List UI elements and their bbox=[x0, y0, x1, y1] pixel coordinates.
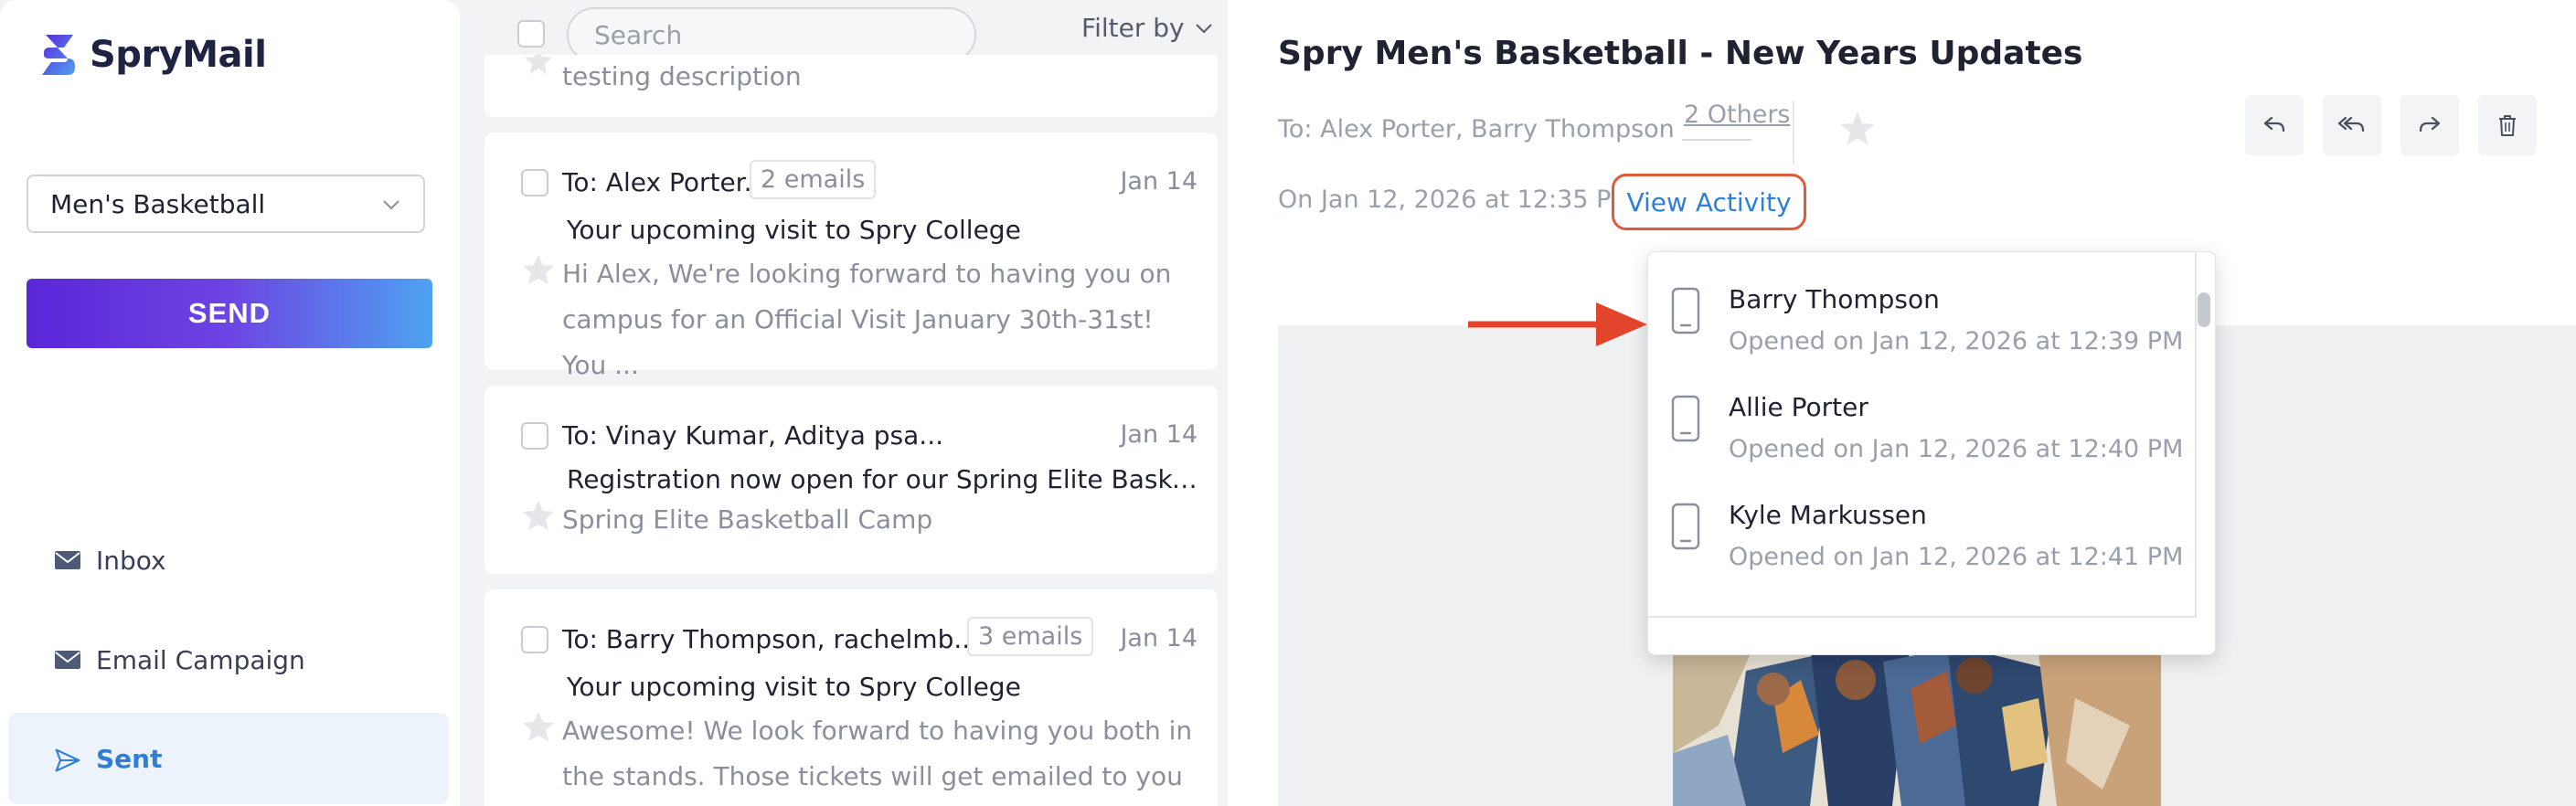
chevron-down-icon bbox=[383, 200, 399, 210]
activity-item: Kyle Markussen Opened on Jan 12, 2026 at… bbox=[1648, 468, 2197, 576]
team-dropdown[interactable]: Men's Basketball bbox=[27, 175, 425, 233]
select-all-checkbox[interactable] bbox=[517, 20, 545, 48]
email-preview: Spring Elite Basketball Camp bbox=[562, 504, 933, 535]
activity-item: Allie Porter Opened on Jan 12, 2026 at 1… bbox=[1648, 360, 2197, 468]
email-checkbox[interactable] bbox=[521, 422, 548, 450]
sidebar: SpryMail Men's Basketball SEND Inbox Ema… bbox=[0, 0, 460, 806]
envelope-icon bbox=[54, 646, 81, 673]
list-item[interactable]: To: Vinay Kumar, Aditya psa... Jan 14 Re… bbox=[484, 386, 1218, 574]
star-icon[interactable] bbox=[1838, 110, 1877, 148]
opened-timestamp: Opened on Jan 12, 2026 at 12:41 PM bbox=[1729, 543, 2184, 571]
filter-dropdown[interactable]: Filter by bbox=[1081, 13, 1214, 43]
opened-timestamp: Opened on Jan 12, 2026 at 12:39 PM bbox=[1729, 327, 2184, 355]
star-icon[interactable] bbox=[521, 253, 556, 288]
activity-item: Barry Thompson Opened on Jan 12, 2026 at… bbox=[1648, 252, 2197, 360]
sprymail-logo-icon bbox=[42, 35, 75, 75]
email-title: Spry Men's Basketball - New Years Update… bbox=[1278, 35, 2083, 72]
list-item[interactable]: To: Barry Thompson, rachelmb... 3 emails… bbox=[484, 589, 1218, 806]
email-preview: testing description bbox=[562, 61, 802, 91]
reply-icon bbox=[2263, 116, 2285, 133]
star-icon[interactable] bbox=[521, 710, 556, 745]
recipient-name: Kyle Markussen bbox=[1729, 500, 1927, 530]
opened-timestamp: Opened on Jan 12, 2026 at 12:40 PM bbox=[1729, 435, 2184, 463]
mobile-phone-icon bbox=[1671, 503, 1700, 550]
email-recipients-line: To: Alex Porter, Barry Thompson & bbox=[1278, 115, 1702, 143]
email-preview: Hi Alex, We're looking forward to having… bbox=[562, 259, 1172, 380]
email-subject: Your upcoming visit to Spry College bbox=[567, 672, 1021, 702]
email-count-badge: 3 emails bbox=[967, 617, 1094, 656]
recipient-name: Allie Porter bbox=[1729, 392, 1868, 422]
star-icon[interactable] bbox=[521, 55, 556, 82]
search-input[interactable] bbox=[567, 7, 976, 62]
email-count-badge: 2 emails bbox=[750, 160, 877, 199]
email-date: Jan 14 bbox=[1120, 420, 1198, 449]
email-recipients: To: Alex Porter... bbox=[562, 167, 769, 197]
email-subject: Registration now open for our Spring Eli… bbox=[567, 464, 1207, 494]
paper-plane-icon bbox=[54, 745, 81, 772]
envelope-icon bbox=[54, 546, 81, 574]
others-link[interactable]: 2 Others bbox=[1682, 101, 1794, 164]
nav-item-inbox[interactable]: Inbox bbox=[8, 514, 449, 606]
send-button[interactable]: SEND bbox=[27, 279, 432, 348]
trash-icon bbox=[2499, 115, 2516, 136]
mobile-phone-icon bbox=[1671, 287, 1700, 334]
email-recipients: To: Vinay Kumar, Aditya psa... bbox=[562, 420, 944, 451]
email-date: Jan 14 bbox=[1120, 624, 1198, 652]
recipient-name: Barry Thompson bbox=[1729, 284, 1940, 314]
activity-popup: Barry Thompson Opened on Jan 12, 2026 at… bbox=[1647, 251, 2216, 655]
app-logo[interactable]: SpryMail bbox=[37, 31, 267, 79]
app-name: SpryMail bbox=[90, 34, 267, 76]
chevron-down-icon bbox=[1195, 23, 1212, 33]
view-activity-button[interactable]: View Activity bbox=[1612, 174, 1806, 230]
forward-icon bbox=[2419, 116, 2441, 133]
nav-item-sent[interactable]: Sent bbox=[8, 713, 449, 804]
reply-all-icon bbox=[2337, 116, 2365, 133]
email-subject: Your upcoming visit to Spry College bbox=[567, 215, 1021, 245]
annotation-arrow-icon bbox=[1468, 302, 1647, 346]
email-recipients: To: Barry Thompson, rachelmb... bbox=[562, 624, 979, 654]
team-dropdown-value: Men's Basketball bbox=[50, 188, 266, 219]
nav-item-label: Sent bbox=[96, 743, 163, 774]
star-icon[interactable] bbox=[521, 499, 556, 534]
activity-list[interactable]: Barry Thompson Opened on Jan 12, 2026 at… bbox=[1648, 252, 2197, 618]
mobile-phone-icon bbox=[1671, 395, 1700, 442]
reply-button[interactable] bbox=[2245, 95, 2304, 155]
forward-button[interactable] bbox=[2400, 95, 2459, 155]
email-preview: Awesome! We look forward to having you b… bbox=[562, 716, 1193, 791]
email-checkbox[interactable] bbox=[521, 626, 548, 653]
nav-item-email-campaign[interactable]: Email Campaign bbox=[8, 614, 449, 705]
email-checkbox[interactable] bbox=[521, 169, 548, 196]
filter-label: Filter by bbox=[1081, 13, 1185, 43]
nav-item-label: Email Campaign bbox=[96, 644, 305, 675]
scrollbar-thumb[interactable] bbox=[2198, 292, 2210, 327]
reply-all-button[interactable] bbox=[2323, 95, 2381, 155]
delete-button[interactable] bbox=[2478, 95, 2537, 155]
list-item[interactable]: testing description bbox=[484, 55, 1218, 117]
email-date: Jan 14 bbox=[1120, 167, 1198, 196]
list-item[interactable]: To: Alex Porter... 2 emails Jan 14 Your … bbox=[484, 133, 1218, 380]
nav-item-label: Inbox bbox=[96, 545, 166, 576]
email-list: Filter by testing description To: Alex P… bbox=[469, 0, 1228, 806]
email-banner-image bbox=[1673, 643, 2161, 806]
email-date-line: On Jan 12, 2026 at 12:35 PM bbox=[1278, 186, 1633, 214]
